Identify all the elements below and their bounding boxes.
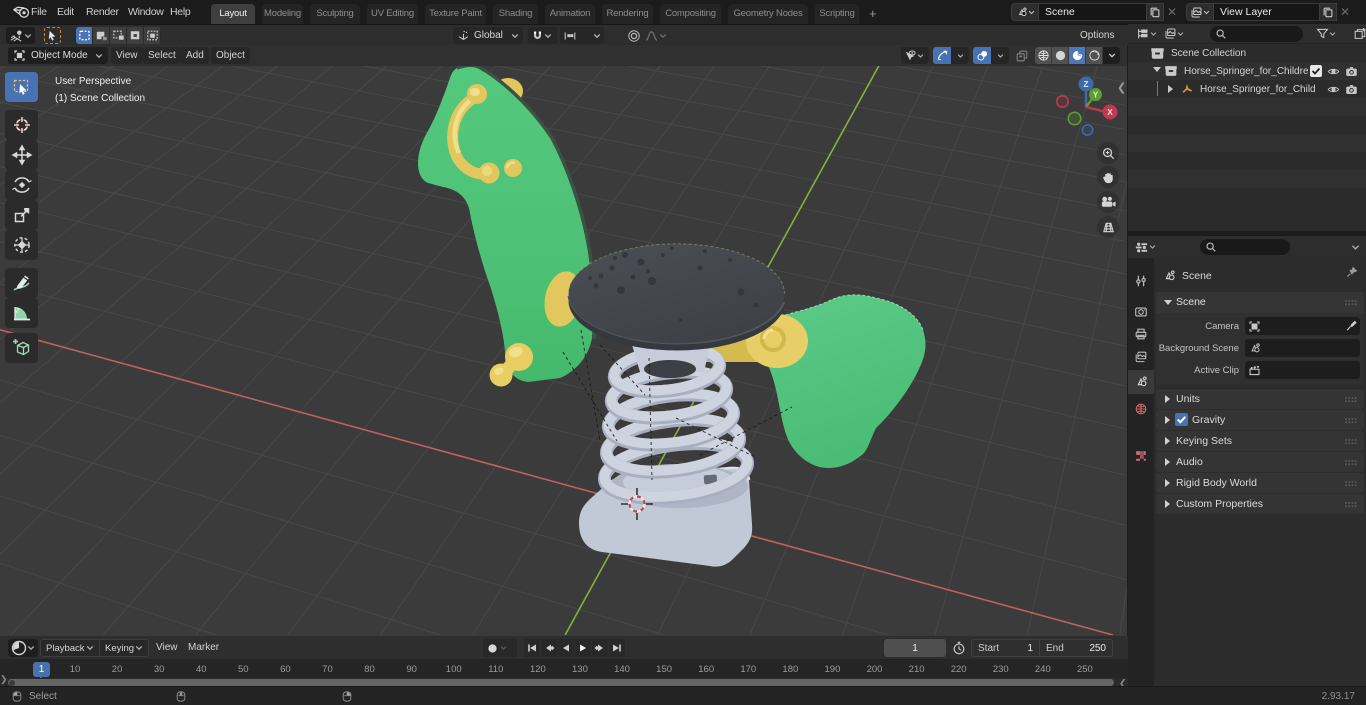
svg-text:Y: Y [1093,91,1099,100]
svg-text:X: X [1107,107,1113,117]
svg-text:Z: Z [1083,79,1088,89]
